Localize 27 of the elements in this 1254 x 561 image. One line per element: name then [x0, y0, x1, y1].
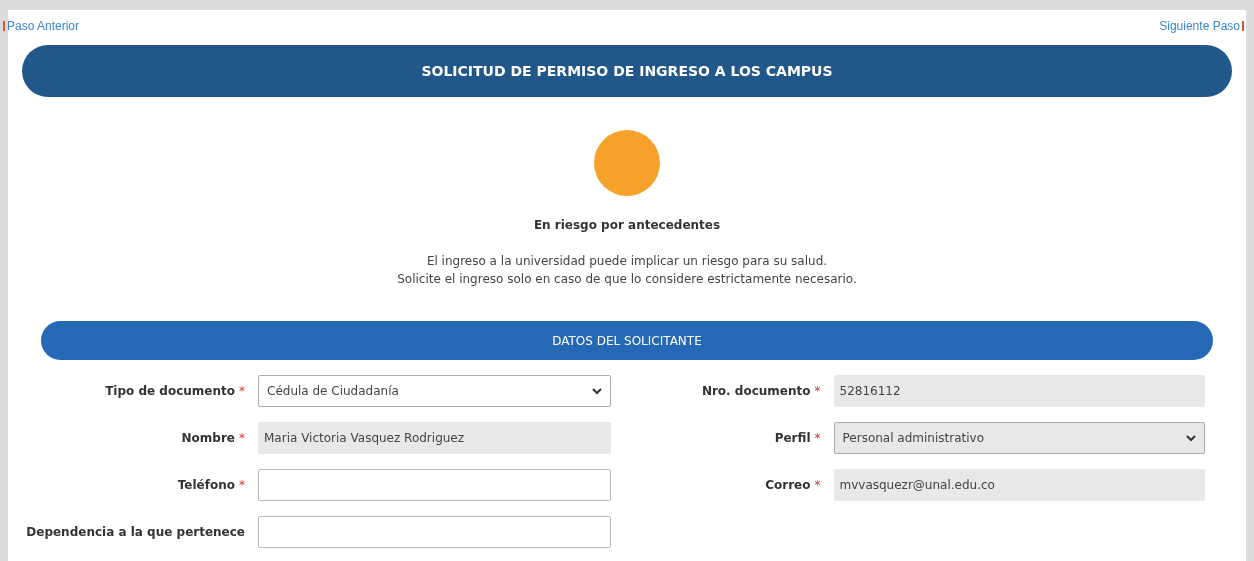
text-field[interactable]	[258, 469, 611, 501]
next-link[interactable]: Siguiente Paso	[1159, 17, 1240, 35]
field-label: Perfil	[774, 430, 811, 447]
required-mark: *	[814, 383, 821, 400]
required-mark: *	[814, 430, 821, 447]
previous-link[interactable]: Paso Anterior	[7, 17, 80, 35]
chevron-down-icon	[591, 387, 602, 395]
field-label: Teléfono	[177, 477, 235, 494]
field-label: Nombre	[181, 430, 235, 447]
marker-icon	[1242, 21, 1244, 31]
status-message: El ingreso a la universidad puede implicar un riesgo para su salud.	[426, 253, 828, 270]
required-mark: *	[239, 477, 245, 494]
required-mark: *	[814, 477, 821, 494]
required-mark: *	[239, 430, 245, 447]
text-field[interactable]	[258, 516, 611, 548]
section-title: DATOS DEL SOLICITANTE	[552, 332, 702, 350]
field-label: Dependencia a la que pertenece	[26, 524, 245, 541]
field-label: Nro. documento	[701, 383, 811, 400]
field-label: Tipo de documento	[105, 383, 235, 400]
status-label: En riesgo por antecedentes	[533, 217, 721, 234]
status-message: Solicite el ingreso solo en caso de que lo considere estrictamente necesario.	[397, 271, 857, 288]
select-field[interactable]: Cédula de Ciudadanía	[258, 375, 611, 407]
page-title: SOLICITUD DE PERMISO DE INGRESO A LOS CAMPUS	[421, 61, 833, 81]
field-label: Correo	[765, 477, 811, 494]
chevron-down-icon	[1185, 434, 1196, 442]
required-mark: *	[239, 383, 245, 400]
marker-icon	[3, 21, 5, 31]
